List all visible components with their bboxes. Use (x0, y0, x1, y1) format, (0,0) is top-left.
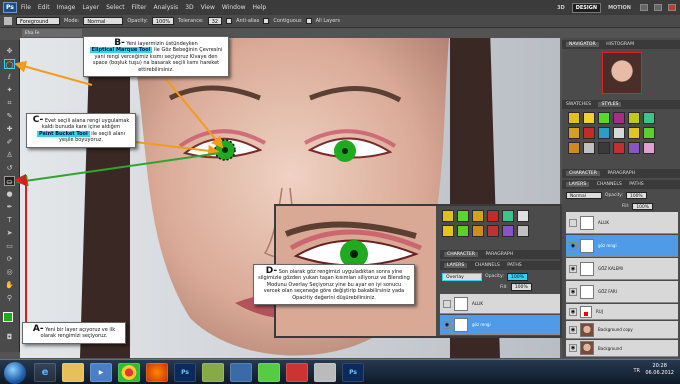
callout-b-tool: Eliptical Marque Tool (89, 47, 153, 54)
arrow-c-to-bucket (16, 152, 221, 187)
start-button[interactable] (4, 362, 26, 384)
app-icon[interactable] (202, 363, 224, 382)
explorer-icon[interactable] (62, 363, 84, 382)
callout-c-tool: Paint Bucket Tool (37, 130, 90, 137)
arrow-b-to-marquee (14, 60, 93, 86)
windows-taskbar: e ▶ Ps Ps TR 20:28 06.06.2012 (0, 359, 680, 384)
system-clock[interactable]: 20:28 06.06.2012 (645, 363, 674, 377)
app-icon[interactable] (314, 363, 336, 382)
photoshop-window: Ps File Edit Image Layer Select Filter A… (0, 0, 680, 384)
photoshop-taskbar-icon[interactable]: Ps (174, 363, 196, 382)
ie-icon[interactable]: e (34, 363, 56, 382)
chrome-icon[interactable] (118, 363, 140, 382)
clock-time: 20:28 (652, 363, 667, 369)
app-icon[interactable] (230, 363, 252, 382)
callout-c: C- Evet seçili alana rengi uygulamak kal… (26, 113, 136, 148)
callout-c-text1: Evet seçili alana rengi uygulamak kaldı … (41, 118, 130, 131)
app-icon[interactable] (258, 363, 280, 382)
language-indicator[interactable]: TR (633, 368, 640, 374)
firefox-icon[interactable] (146, 363, 168, 382)
arrow-c-to-eye (134, 141, 220, 157)
app-icon[interactable] (286, 363, 308, 382)
callout-a: A- Yeni bir layer açıyoruz ve ilk olarak… (22, 322, 126, 344)
media-player-icon[interactable]: ▶ (90, 363, 112, 382)
arrow-b-to-eye (164, 77, 224, 149)
arrow-a-to-tools (14, 174, 27, 327)
callout-a-text: Yeni bir layer açıyoruz ve ilk olarak re… (40, 327, 116, 340)
clock-date: 06.06.2012 (645, 370, 674, 376)
callout-d: D- Son olarak göz rengimizi uyguladıktan… (253, 264, 415, 306)
callout-d-text: Son olarak göz rengimizi uyguladıktan so… (258, 269, 410, 301)
callout-b: B- Yeni layermizin üstündeyken Eliptical… (83, 36, 229, 78)
photoshop-taskbar-icon[interactable]: Ps (342, 363, 364, 382)
